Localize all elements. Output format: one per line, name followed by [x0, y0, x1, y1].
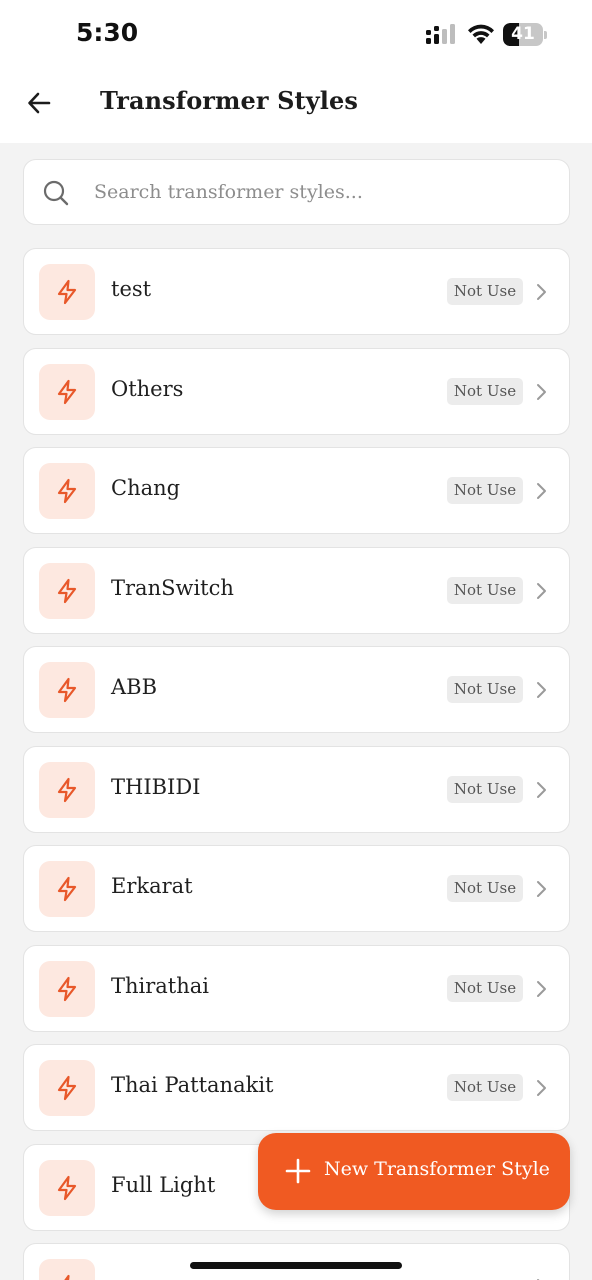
item-name: Others — [111, 376, 184, 401]
wifi-icon — [468, 24, 494, 44]
item-icon-badge — [39, 1159, 95, 1216]
back-button[interactable] — [22, 86, 56, 120]
item-icon-badge — [39, 1060, 95, 1116]
new-transformer-style-button[interactable]: New Transformer Style — [258, 1133, 570, 1210]
transformer-style-list: test Not Use Others Not Use Chang Not Use Tran… — [23, 248, 570, 1280]
chevron-right-icon-wrap — [534, 482, 548, 504]
lightning-bolt-icon — [57, 1175, 77, 1200]
status-bar: 5:30 41 — [0, 0, 592, 70]
item-name: Erkarat — [111, 874, 193, 898]
item-name: ABB — [111, 675, 158, 699]
status-badge: Not Use — [447, 576, 523, 604]
app-header: Transformer Styles — [0, 70, 592, 143]
item-icon-badge — [39, 861, 95, 917]
chevron-right-icon-wrap — [534, 283, 548, 305]
chevron-right-icon — [537, 383, 546, 400]
cellular-signal-icon — [426, 24, 455, 44]
search-input[interactable] — [94, 172, 554, 212]
lightning-bolt-icon — [57, 478, 77, 504]
item-icon-badge — [39, 1259, 95, 1280]
battery-percent: 41 — [511, 24, 535, 44]
list-item[interactable]: test Not Use — [23, 248, 570, 335]
chevron-right-icon-wrap — [534, 880, 548, 902]
new-transformer-style-label: New Transformer Style — [324, 1158, 550, 1180]
list-item[interactable]: Others Not Use — [23, 347, 570, 435]
status-badge: Not Use — [447, 377, 523, 405]
chevron-right-icon-wrap — [534, 980, 548, 1002]
list-item[interactable]: Thirathai Not Use — [23, 944, 570, 1032]
item-name: THIBIDI — [111, 774, 201, 799]
chevron-right-icon — [537, 682, 546, 698]
lightning-bolt-icon — [57, 876, 77, 902]
lightning-bolt-icon — [64, 1274, 70, 1280]
lightning-bolt-icon — [57, 578, 77, 603]
item-name: Thai Pattanakit — [111, 1073, 274, 1097]
lightning-bolt-icon — [57, 677, 77, 703]
status-badge: Not Use — [447, 875, 523, 902]
chevron-right-icon-wrap — [534, 383, 548, 405]
search-bar[interactable] — [23, 159, 570, 225]
chevron-right-icon-wrap — [534, 582, 548, 604]
item-icon-badge — [39, 264, 95, 320]
battery-icon: 41 — [503, 23, 547, 46]
item-name: Thirathai — [111, 973, 210, 998]
chevron-right-icon-wrap — [534, 681, 548, 703]
list-item[interactable]: THIBIDI Not Use — [23, 745, 570, 833]
chevron-right-icon — [537, 980, 546, 997]
lightning-bolt-icon — [57, 279, 77, 305]
item-icon-badge — [39, 363, 95, 420]
status-badge: Not Use — [447, 974, 523, 1002]
search-icon — [43, 180, 69, 206]
chevron-right-icon — [537, 1080, 546, 1096]
status-badge: Not Use — [447, 278, 523, 305]
lightning-bolt-icon — [57, 1075, 77, 1101]
item-name: test — [111, 277, 152, 301]
item-icon-badge — [39, 463, 95, 519]
list-item[interactable]: ABB Not Use — [23, 646, 570, 733]
item-icon-badge — [39, 761, 95, 818]
list-item[interactable]: Chang Not Use — [23, 447, 570, 534]
list-item[interactable]: Erkarat Not Use — [23, 845, 570, 932]
item-icon-badge — [39, 562, 95, 619]
lightning-bolt-icon — [57, 777, 77, 802]
chevron-right-icon-wrap — [534, 1079, 548, 1101]
chevron-right-icon — [537, 781, 546, 798]
home-indicator — [190, 1262, 402, 1269]
chevron-right-icon — [537, 881, 546, 897]
item-name: TranSwitch — [111, 575, 234, 600]
status-badge: Not Use — [447, 775, 523, 803]
item-icon-badge — [39, 662, 95, 718]
chevron-right-icon-wrap — [534, 781, 548, 803]
page-title: Transformer Styles — [100, 86, 358, 115]
lightning-bolt-icon — [57, 976, 77, 1001]
status-badge: Not Use — [447, 1074, 523, 1101]
item-icon-badge — [39, 960, 95, 1017]
status-badge: Not Use — [447, 676, 523, 703]
item-name: Chang — [111, 476, 181, 500]
chevron-right-icon — [537, 483, 546, 499]
chevron-right-icon — [537, 284, 546, 300]
item-name: Full Light — [111, 1172, 216, 1197]
plus-icon — [285, 1158, 311, 1184]
chevron-right-icon — [537, 582, 546, 599]
list-item[interactable]: TranSwitch Not Use — [23, 546, 570, 634]
status-time: 5:30 — [76, 18, 139, 47]
status-badge: Not Use — [447, 477, 523, 504]
lightning-bolt-icon — [57, 379, 77, 404]
list-item[interactable]: Thai Pattanakit Not Use — [23, 1044, 570, 1131]
arrow-left-icon — [28, 92, 51, 114]
